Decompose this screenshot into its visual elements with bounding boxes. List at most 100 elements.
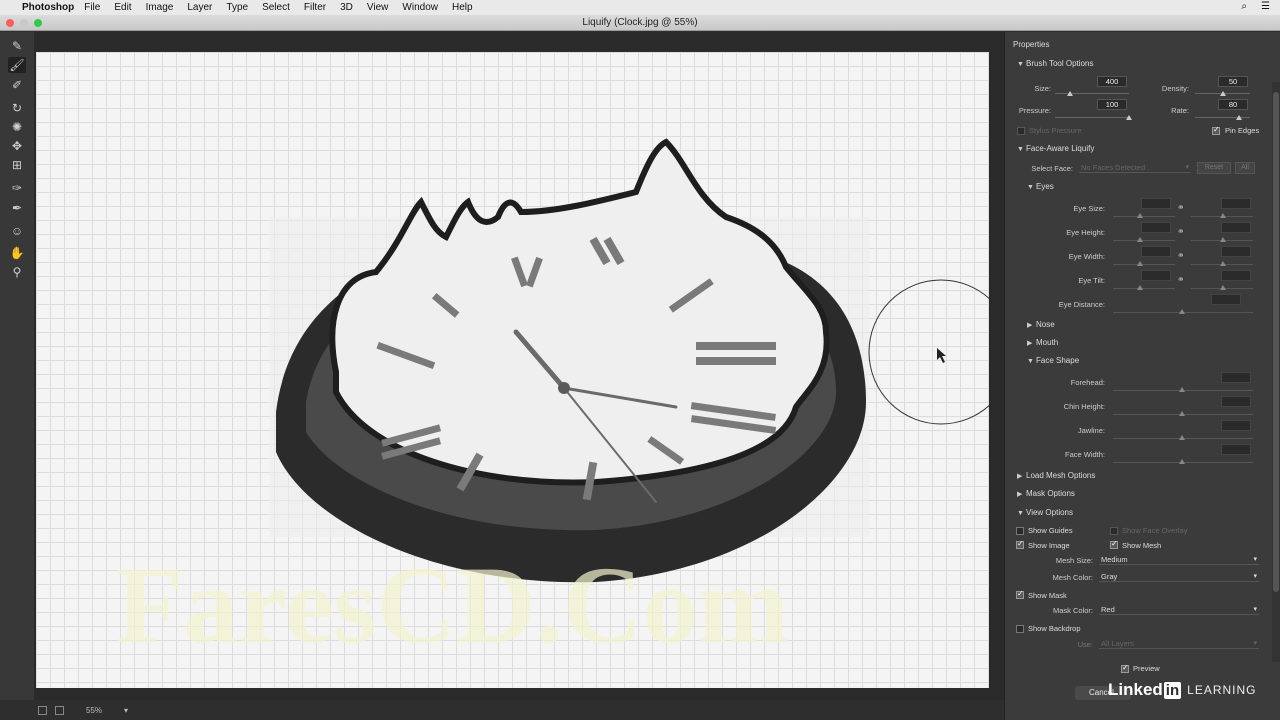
pressure-input[interactable]: 100 [1097, 99, 1127, 110]
thaw-mask-tool-icon[interactable]: ✒ [8, 200, 26, 216]
link-icon[interactable]: ⚭ [1177, 250, 1185, 261]
show-backdrop-checkbox[interactable] [1016, 625, 1024, 633]
close-window-button[interactable] [6, 19, 14, 27]
nose-header[interactable]: ▶ Nose [1027, 320, 1055, 329]
view-options-header[interactable]: ▼ View Options [1017, 508, 1073, 517]
face-width-input[interactable] [1221, 444, 1251, 455]
properties-scrollbar[interactable] [1272, 82, 1280, 662]
push-left-tool-icon[interactable]: ⊞ [8, 157, 26, 173]
zoom-window-button[interactable] [34, 19, 42, 27]
show-mesh-checkbox[interactable] [1110, 539, 1118, 549]
eye-size-left-thumb[interactable] [1137, 213, 1143, 218]
show-face-overlay-checkbox[interactable] [1110, 527, 1118, 535]
eye-tilt-left-thumb[interactable] [1137, 285, 1143, 290]
eye-tilt-left-track[interactable] [1113, 288, 1175, 289]
menu-list-icon[interactable]: ☰ [1261, 1, 1270, 12]
eye-size-left-input[interactable] [1141, 198, 1171, 209]
menu-filter[interactable]: Filter [304, 2, 326, 13]
all-button[interactable]: All [1235, 162, 1255, 174]
brush-tool-options-header[interactable]: ▼ Brush Tool Options [1017, 59, 1093, 68]
forehead-input[interactable] [1221, 372, 1251, 383]
eye-width-right-thumb[interactable] [1220, 261, 1226, 266]
bloat-tool-icon[interactable]: ✥ [8, 138, 26, 154]
reset-button[interactable]: Reset [1197, 162, 1231, 174]
menu-3d[interactable]: 3D [340, 2, 353, 13]
twirl-clockwise-tool-icon[interactable]: ↻ [8, 100, 26, 116]
eye-height-right-input[interactable] [1221, 222, 1251, 233]
mask-options-header[interactable]: ▶ Mask Options [1017, 489, 1075, 498]
pucker-tool-icon[interactable]: ✺ [8, 119, 26, 135]
stylus-pressure-checkbox[interactable] [1017, 127, 1025, 135]
hand-tool-icon[interactable]: ✋ [8, 245, 26, 261]
image-canvas[interactable]: FaresCD.Com [36, 52, 989, 688]
menu-view[interactable]: View [367, 2, 389, 13]
show-image-checkbox[interactable] [1016, 539, 1024, 549]
zoom-in-icon[interactable] [55, 705, 64, 715]
freeze-mask-tool-icon[interactable]: ✑ [8, 180, 26, 196]
size-input[interactable]: 400 [1097, 76, 1127, 87]
face-aware-liquify-header[interactable]: ▼ Face-Aware Liquify [1017, 144, 1094, 153]
use-dropdown[interactable]: All Layers ▾ [1099, 638, 1259, 649]
eye-height-left-track[interactable] [1113, 240, 1175, 241]
link-icon[interactable]: ⚭ [1177, 274, 1185, 285]
link-icon[interactable]: ⚭ [1177, 226, 1185, 237]
pressure-slider-track[interactable] [1055, 117, 1129, 118]
density-slider-thumb[interactable] [1219, 91, 1226, 96]
chin-height-thumb[interactable] [1179, 411, 1185, 416]
menu-help[interactable]: Help [452, 2, 473, 13]
eye-distance-input[interactable] [1211, 294, 1241, 305]
eye-tilt-right-input[interactable] [1221, 270, 1251, 281]
load-mesh-options-header[interactable]: ▶ Load Mesh Options [1017, 471, 1095, 480]
rate-slider-thumb[interactable] [1236, 115, 1242, 120]
eye-width-left-track[interactable] [1113, 264, 1175, 265]
zoom-tool-icon[interactable]: ⚲ [8, 264, 26, 280]
mesh-size-dropdown[interactable]: Medium ▾ [1099, 554, 1259, 565]
mesh-color-dropdown[interactable]: Gray ▾ [1099, 571, 1259, 582]
eyes-header[interactable]: ▼ Eyes [1027, 182, 1054, 191]
jawline-thumb[interactable] [1179, 435, 1185, 440]
eye-size-left-track[interactable] [1113, 216, 1175, 217]
mouth-header[interactable]: ▶ Mouth [1027, 338, 1058, 347]
menu-image[interactable]: Image [146, 2, 174, 13]
menu-type[interactable]: Type [226, 2, 248, 13]
chin-height-input[interactable] [1221, 396, 1251, 407]
face-shape-header[interactable]: ▼ Face Shape [1027, 356, 1079, 365]
pin-edges-checkbox[interactable] [1212, 125, 1220, 135]
eye-height-left-input[interactable] [1141, 222, 1171, 233]
reconstruct-tool-icon[interactable]: 🖌 [8, 57, 26, 73]
face-width-thumb[interactable] [1179, 459, 1185, 464]
jawline-input[interactable] [1221, 420, 1251, 431]
mask-color-dropdown[interactable]: Red ▾ [1099, 604, 1259, 615]
forward-warp-tool-icon[interactable]: ✎ [8, 38, 26, 54]
size-slider-thumb[interactable] [1066, 91, 1073, 96]
menu-select[interactable]: Select [262, 2, 290, 13]
minimize-window-button[interactable] [20, 19, 28, 27]
eye-size-right-input[interactable] [1221, 198, 1251, 209]
menu-edit[interactable]: Edit [114, 2, 131, 13]
app-menu[interactable]: Photoshop [22, 2, 74, 13]
link-icon[interactable]: ⚭ [1177, 202, 1185, 213]
rate-input[interactable]: 80 [1218, 99, 1248, 110]
eye-height-right-thumb[interactable] [1220, 237, 1226, 242]
smooth-tool-icon[interactable]: ✐ [8, 77, 26, 93]
select-face-dropdown[interactable]: No Faces Detected ▾ [1079, 162, 1191, 173]
eye-tilt-right-thumb[interactable] [1220, 285, 1226, 290]
menu-file[interactable]: File [84, 2, 100, 13]
eye-tilt-left-input[interactable] [1141, 270, 1171, 281]
zoom-out-icon[interactable] [38, 705, 47, 715]
scrollbar-thumb[interactable] [1273, 92, 1279, 592]
eye-height-left-thumb[interactable] [1137, 237, 1143, 242]
eye-width-left-input[interactable] [1141, 246, 1171, 257]
face-tool-icon[interactable]: ☺ [8, 223, 26, 239]
forehead-thumb[interactable] [1179, 387, 1185, 392]
pressure-slider-thumb[interactable] [1126, 115, 1132, 120]
show-mask-checkbox[interactable] [1016, 589, 1024, 599]
menu-layer[interactable]: Layer [187, 2, 212, 13]
preview-checkbox[interactable] [1121, 663, 1129, 673]
eye-size-right-thumb[interactable] [1220, 213, 1226, 218]
menu-window[interactable]: Window [402, 2, 438, 13]
eye-distance-thumb[interactable] [1179, 309, 1185, 314]
zoom-level[interactable]: 55% [86, 706, 102, 715]
zoom-dropdown-icon[interactable]: ▾ [124, 706, 128, 715]
show-guides-checkbox[interactable] [1016, 527, 1024, 535]
